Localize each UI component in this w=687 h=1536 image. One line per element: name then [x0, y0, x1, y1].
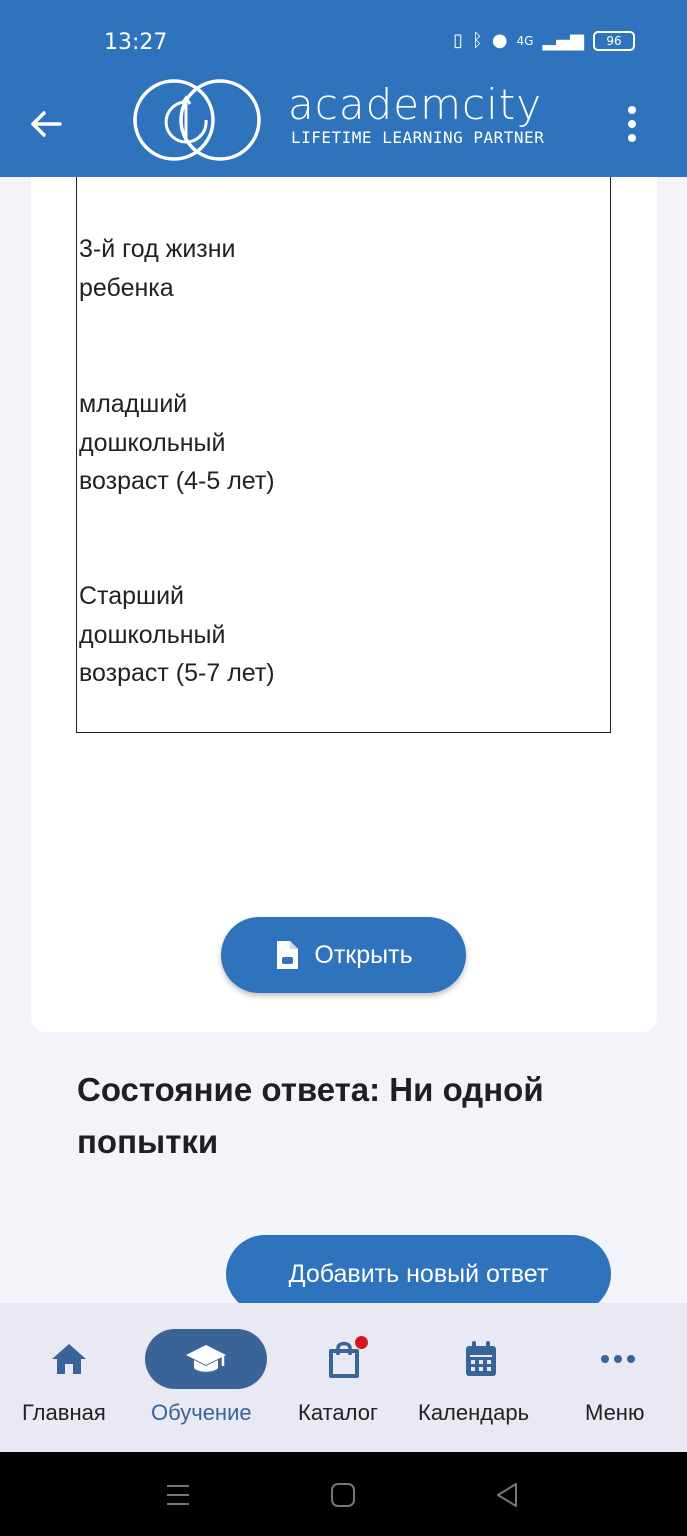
nav-item-catalog[interactable]: Каталог [283, 1303, 405, 1452]
back-system-icon[interactable] [494, 1482, 520, 1508]
answer-state-heading: Состояние ответа: Ни одной попытки [77, 1071, 544, 1160]
graduation-cap-icon [186, 1345, 226, 1372]
calendar-icon [466, 1341, 496, 1376]
overflow-menu-icon[interactable] [618, 104, 646, 144]
nav-label: Календарь [418, 1400, 530, 1425]
age-group-text: 3-й год жизни ребенка [79, 235, 236, 302]
catalog-badge [355, 1336, 368, 1349]
nav-label: Меню [585, 1400, 645, 1425]
nav-item-calendar[interactable]: Календарь [418, 1303, 542, 1452]
signal-icon: ▂▄▆ [542, 30, 584, 51]
add-new-answer-button[interactable]: Добавить новый ответ [226, 1235, 611, 1313]
more-dots-icon [601, 1355, 635, 1363]
age-table: 3-й год жизни ребенка младший дошкольный… [76, 177, 611, 733]
home-system-icon[interactable] [330, 1482, 356, 1508]
nav-item-learning[interactable]: Обучение [145, 1303, 267, 1452]
age-group-text: Старший дошкольный возраст (5-7 лет) [79, 582, 275, 687]
nav-label: Главная [22, 1400, 106, 1425]
vibrate-icon: ▯ [453, 30, 463, 51]
nav-item-menu[interactable]: Меню [557, 1303, 679, 1452]
open-file-button[interactable]: Открыть [221, 917, 466, 993]
age-group-text: младший дошкольный возраст (4-5 лет) [79, 390, 275, 495]
add-answer-label: Добавить новый ответ [288, 1259, 549, 1288]
nav-label: Обучение [151, 1400, 252, 1425]
app-header: 13:27 ▯ ᛒ ● 4G ▂▄▆ 96 academcity LIFETIM… [0, 0, 687, 177]
assignment-card: 3-й год жизни ребенка младший дошкольный… [31, 177, 657, 1032]
location-icon: ● [491, 30, 508, 51]
recent-apps-icon[interactable] [165, 1482, 191, 1508]
brand-tagline: LIFETIME LEARNING PARTNER [291, 128, 545, 147]
home-icon [52, 1344, 86, 1374]
brand-name: academcity [288, 80, 543, 129]
open-button-label: Открыть [314, 940, 413, 969]
network-label: 4G [516, 33, 534, 48]
nav-label: Каталог [298, 1400, 378, 1425]
bluetooth-icon: ᛒ [472, 30, 483, 51]
status-time: 13:27 [104, 30, 168, 55]
battery-icon: 96 [593, 30, 635, 51]
academcity-logo [133, 79, 261, 161]
document-icon [277, 941, 299, 969]
system-navigation-bar [0, 1452, 687, 1536]
status-icons: ▯ ᛒ ● 4G ▂▄▆ 96 [453, 30, 635, 51]
back-arrow-icon[interactable] [26, 104, 66, 144]
nav-item-home[interactable]: Главная [8, 1303, 130, 1452]
bottom-navigation: Главная Обучение Каталог Календарь Меню [0, 1303, 687, 1452]
